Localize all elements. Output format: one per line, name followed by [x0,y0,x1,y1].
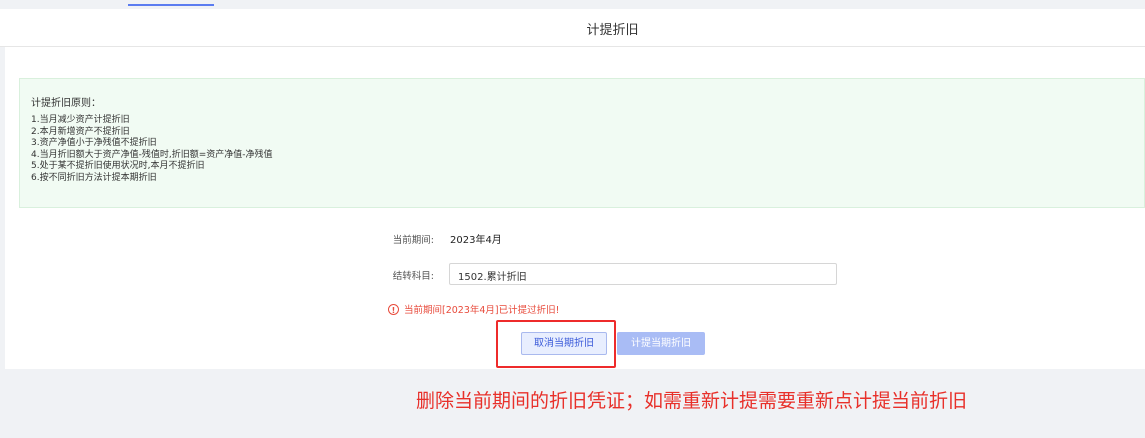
depreciation-rules-box: 计提折旧原则： 1.当月减少资产计提折旧 2.本月新增资产不提折旧 3.资产净值… [19,78,1145,208]
highlight-box [496,320,616,368]
rules-title: 计提折旧原则： [31,98,101,109]
rule-item: 5.处于某不提折旧使用状况时,本月不提折旧 [31,161,205,171]
accrue-depreciation-button[interactable]: 计提当期折旧 [617,332,705,355]
active-tab-indicator [128,4,214,6]
top-tab-bar [0,0,1145,8]
subject-field[interactable]: 1502.累计折旧 [449,263,837,285]
page-header: 计提折旧 [0,9,1145,47]
exclamation-circle-icon: ! [388,303,399,315]
subject-value: 1502.累计折旧 [458,272,527,283]
rule-item: 2.本月新增资产不提折旧 [31,126,130,137]
subject-label: 结转科目: [392,271,434,282]
warning-text: 当前期间[2023年4月]已计提过折旧! [404,305,560,316]
rule-item: 1.当月减少资产计提折旧 [31,115,130,125]
annotation-text: 删除当前期间的折旧凭证；如需重新计提需要重新点计提当前折旧 [416,390,968,412]
rule-item: 6.按不同折旧方法计提本期折旧 [31,172,157,183]
already-accrued-warning: ! 当前期间[2023年4月]已计提过折旧! [388,302,559,316]
rule-item: 4.当月折旧额大于资产净值-残值时,折旧额=资产净值-净残值 [31,149,273,160]
rule-item: 3.资产净值小于净残值不提折旧 [31,138,157,148]
period-label: 当前期间: [392,235,434,246]
page-title: 计提折旧 [586,23,639,38]
period-value: 2023年4月 [450,235,502,246]
rules-list: 1.当月减少资产计提折旧 2.本月新增资产不提折旧 3.资产净值小于净残值不提折… [31,115,273,184]
